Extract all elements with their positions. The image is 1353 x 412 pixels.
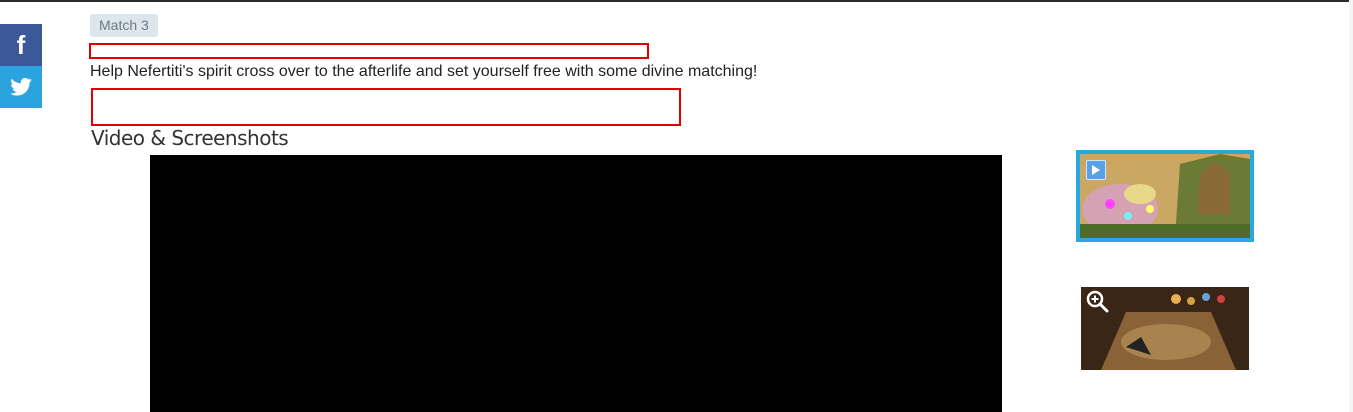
highlight-box-title xyxy=(89,43,649,59)
game-description: Help Nefertiti's spirit cross over to th… xyxy=(90,63,758,80)
section-heading: Video & Screenshots xyxy=(91,126,289,150)
play-icon xyxy=(1086,160,1106,180)
genre-tag[interactable]: Match 3 xyxy=(90,14,158,37)
zoom-in-icon xyxy=(1086,290,1109,313)
video-thumbnail[interactable] xyxy=(1076,150,1254,242)
twitter-icon xyxy=(10,78,32,96)
video-player[interactable] xyxy=(150,155,1002,412)
screenshot-thumbnail[interactable] xyxy=(1081,287,1249,370)
facebook-share-button[interactable]: f xyxy=(0,24,42,66)
social-share-bar: f xyxy=(0,24,42,108)
page-edge xyxy=(1349,0,1353,412)
top-border xyxy=(0,0,1353,2)
twitter-share-button[interactable] xyxy=(0,66,42,108)
highlight-box-subtitle xyxy=(91,88,681,126)
facebook-icon: f xyxy=(16,29,26,60)
